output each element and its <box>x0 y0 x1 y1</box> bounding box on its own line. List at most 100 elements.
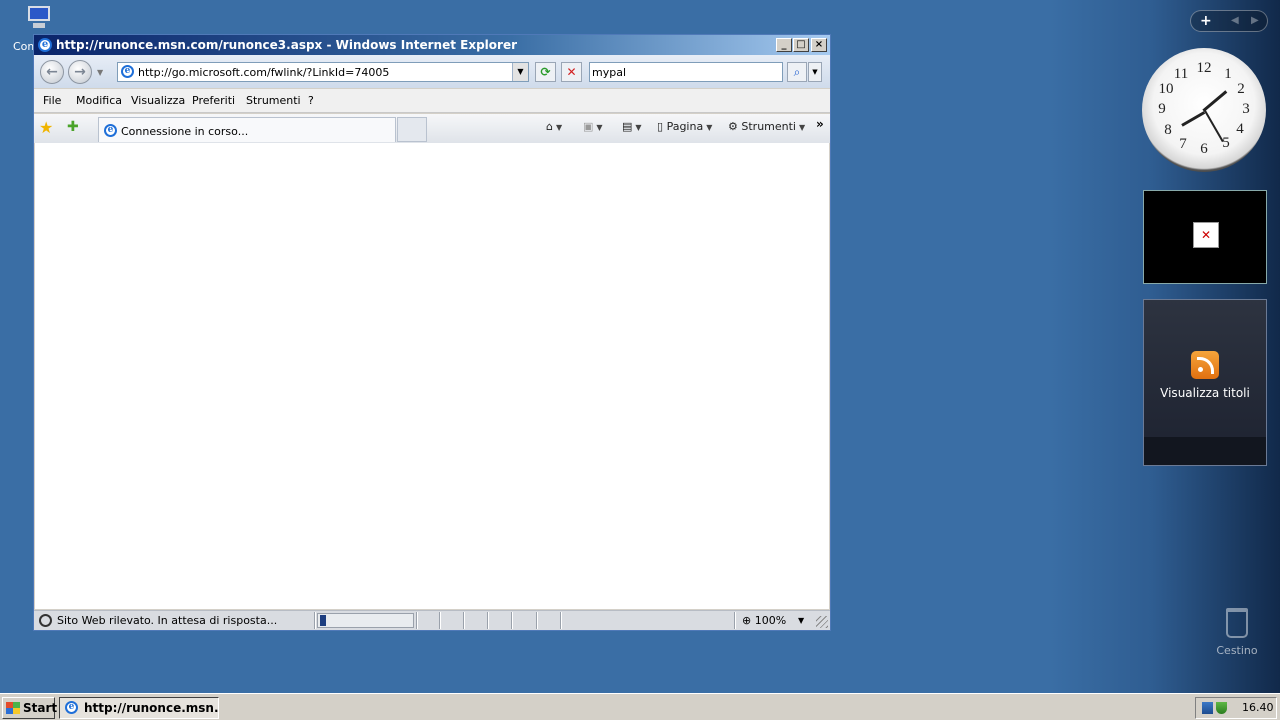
status-text: Sito Web rilevato. In attesa di risposta… <box>57 614 278 627</box>
rss-icon <box>1191 351 1219 379</box>
add-gadget-button[interactable]: + <box>1200 13 1212 29</box>
computer-icon <box>24 4 54 30</box>
zoom-dropdown[interactable]: ▼ <box>798 616 804 625</box>
favorites-star-icon[interactable]: ★ <box>39 118 53 137</box>
ie-window: e http://runonce.msn.com/runonce3.aspx -… <box>33 34 831 631</box>
window-title: http://runonce.msn.com/runonce3.aspx - W… <box>56 38 518 52</box>
tools-menu-button[interactable]: ⚙ Strumenti ▼ <box>728 120 805 133</box>
search-button[interactable]: ⌕ <box>787 62 807 82</box>
back-arrow-icon: ← <box>46 64 58 80</box>
clock-minute-hand <box>1204 110 1224 143</box>
clock-gadget[interactable]: 12 1 2 3 4 5 6 7 8 9 10 11 <box>1142 48 1266 172</box>
taskbar-clock[interactable]: 16.40 <box>1242 701 1274 714</box>
refresh-icon: ⟳ <box>540 65 551 79</box>
menu-strumenti[interactable]: Strumenti <box>246 94 301 107</box>
zoom-value: 100% <box>754 614 787 627</box>
clock-number: 8 <box>1164 122 1172 138</box>
clock-number: 2 <box>1237 81 1245 97</box>
forward-button[interactable]: → <box>68 60 92 84</box>
address-dropdown-button[interactable]: ▼ <box>512 63 528 81</box>
address-bar[interactable]: e ▼ <box>117 62 529 82</box>
menu-modifica[interactable]: Modifica <box>76 94 122 107</box>
recycle-bin-icon <box>1226 608 1248 638</box>
refresh-button[interactable]: ⟳ <box>535 62 556 82</box>
menu-bar: File Modifica Visualizza Preferiti Strum… <box>34 89 830 113</box>
status-separator <box>511 612 513 629</box>
status-separator <box>487 612 489 629</box>
sidebar-prev-button[interactable]: ◀ <box>1231 15 1239 26</box>
zoom-level[interactable]: ⊕ 100% <box>742 614 786 627</box>
progress-fill <box>320 615 326 626</box>
menu-help[interactable]: ? <box>308 94 314 107</box>
status-bar: Sito Web rilevato. In attesa di risposta… <box>34 610 830 630</box>
resize-grip[interactable] <box>816 616 828 628</box>
tabs-toolbar: ★ ✚ e Connessione in corso... ⌂ ▼ ▣ ▼ ▤ ▼ ▯… <box>34 114 830 143</box>
clock-number: 11 <box>1173 66 1189 82</box>
stop-button[interactable]: ✕ <box>561 62 582 82</box>
menu-visualizza[interactable]: Visualizza <box>131 94 185 107</box>
home-icon: ⌂ <box>546 120 553 133</box>
clock-hour-hand <box>1202 90 1228 112</box>
feed-gadget-label[interactable]: Visualizza titoli <box>1144 386 1266 400</box>
status-separator <box>314 612 316 629</box>
recycle-bin-desktop-icon[interactable]: Cestino <box>1212 608 1262 657</box>
search-input[interactable] <box>592 65 778 79</box>
print-icon: ▤ <box>622 120 633 133</box>
taskbar: Start e http://runonce.msn.c... 16.40 <box>0 693 1280 720</box>
forward-arrow-icon: → <box>74 64 86 80</box>
page-menu-label: Pagina <box>666 120 704 133</box>
search-icon: ⌕ <box>793 65 801 79</box>
page-icon-cmd: ▯ <box>657 120 664 133</box>
search-options-button[interactable]: ▼ <box>808 62 822 82</box>
sidebar-next-button[interactable]: ▶ <box>1251 15 1259 26</box>
clock-number: 6 <box>1200 141 1208 157</box>
start-button[interactable]: Start <box>2 697 58 719</box>
status-separator <box>536 612 538 629</box>
clock-number: 12 <box>1196 60 1212 76</box>
stop-icon: ✕ <box>566 65 577 79</box>
taskbar-ie-button[interactable]: e http://runonce.msn.c... <box>59 697 219 719</box>
chevron-more-icon[interactable]: » <box>816 117 824 131</box>
status-separator <box>560 612 562 629</box>
tab-active[interactable]: e Connessione in corso... <box>98 117 396 142</box>
taskbar-ie-icon: e <box>65 701 78 714</box>
minimize-button[interactable]: _ <box>776 38 792 52</box>
network-icon[interactable] <box>1202 702 1213 714</box>
maximize-button[interactable]: □ <box>793 38 809 52</box>
status-separator <box>416 612 418 629</box>
menu-file[interactable]: File <box>43 94 61 107</box>
feed-gadget-footer <box>1144 437 1266 465</box>
new-tab-button[interactable] <box>397 117 427 142</box>
page-menu-button[interactable]: ▯ Pagina ▼ <box>657 120 712 133</box>
address-input[interactable] <box>138 65 508 79</box>
add-favorite-icon[interactable]: ✚ <box>67 119 79 135</box>
feed-headlines-gadget[interactable]: Visualizza titoli <box>1143 299 1267 466</box>
home-button[interactable]: ⌂ ▼ <box>546 120 562 133</box>
system-tray: 16.40 <box>1195 697 1277 719</box>
back-button[interactable]: ← <box>40 60 64 84</box>
page-content[interactable] <box>35 143 829 609</box>
print-button[interactable]: ▤ ▼ <box>622 120 642 133</box>
clock-number: 3 <box>1242 101 1250 117</box>
windows-logo-icon <box>6 702 20 714</box>
search-box[interactable] <box>589 62 783 82</box>
broken-image-icon: ✕ <box>1193 222 1219 248</box>
tab-page-icon: e <box>104 124 117 137</box>
title-bar[interactable]: e http://runonce.msn.com/runonce3.aspx -… <box>34 35 830 55</box>
page-icon: e <box>121 65 134 78</box>
zoom-icon: ⊕ <box>742 614 752 627</box>
clock-number: 9 <box>1158 101 1166 117</box>
start-label: Start <box>23 701 58 715</box>
recent-pages-dropdown[interactable]: ▼ <box>97 68 103 77</box>
status-separator <box>439 612 441 629</box>
menu-preferiti[interactable]: Preferiti <box>192 94 235 107</box>
navigation-bar: ← → ▼ e ▼ ⟳ ✕ ⌕ ▼ <box>34 55 830 88</box>
feeds-button[interactable]: ▣ ▼ <box>583 120 603 133</box>
progress-bar <box>317 613 414 628</box>
broken-gadget[interactable]: ✕ <box>1143 190 1267 284</box>
security-shield-icon[interactable] <box>1216 702 1227 714</box>
status-separator <box>734 612 736 629</box>
tools-menu-label: Strumenti <box>741 120 796 133</box>
close-button[interactable]: × <box>811 38 827 52</box>
clock-hour-hand-2 <box>1181 111 1206 127</box>
